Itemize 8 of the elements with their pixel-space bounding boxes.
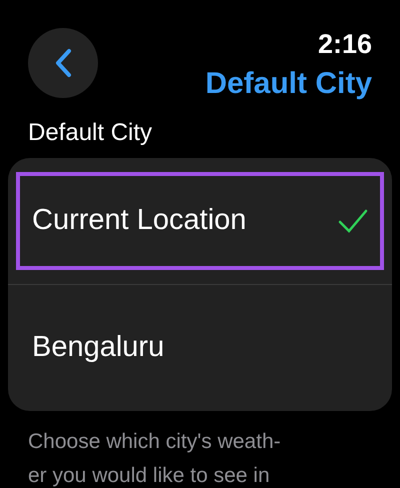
back-icon	[54, 48, 72, 78]
footer-description: Choose which city's weath- er you would like to see in	[27, 429, 282, 488]
checkmark-icon	[338, 209, 368, 233]
page-title: Default City	[205, 66, 372, 102]
time: 2:16	[318, 28, 372, 60]
city-item[interactable]: Current Location	[16, 172, 384, 270]
section-heading: Default City	[28, 119, 152, 146]
city-item[interactable]: Bengaluru	[16, 299, 384, 397]
